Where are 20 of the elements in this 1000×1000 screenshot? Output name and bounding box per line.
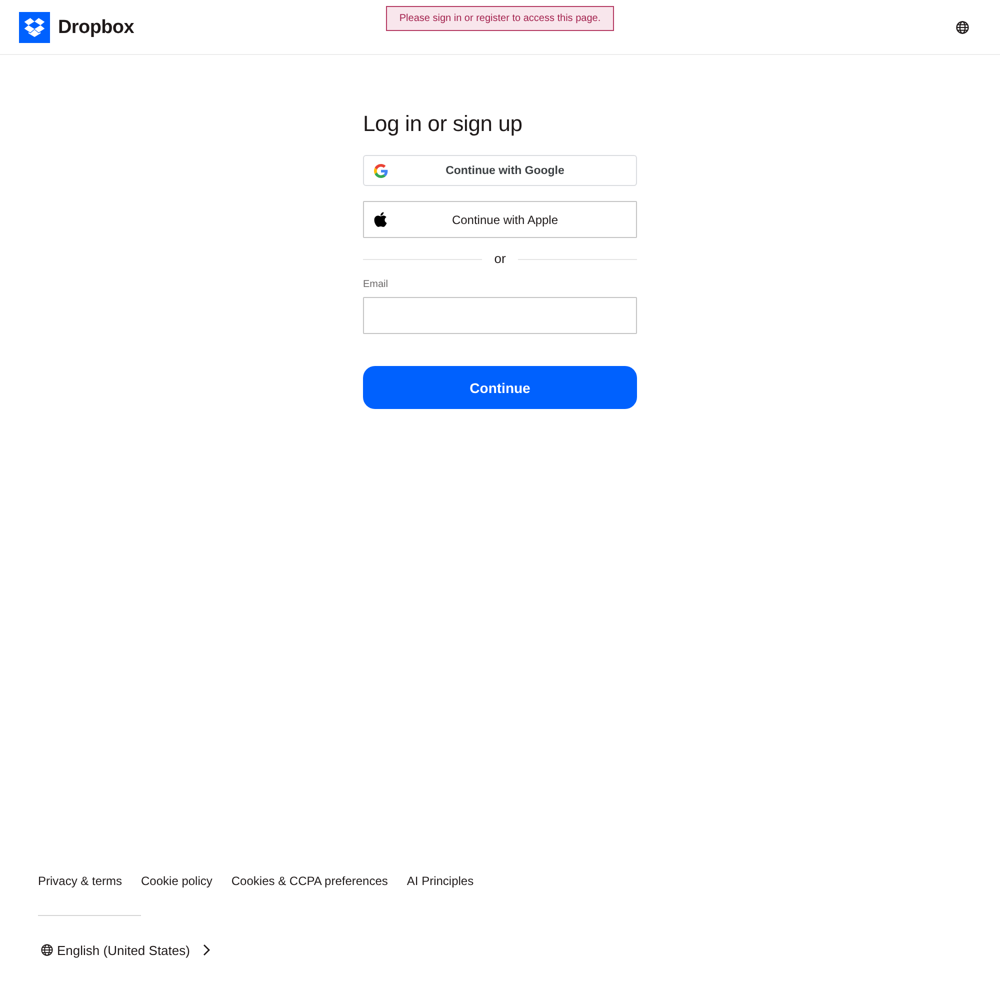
google-sign-in-button[interactable]: Continue with Google (363, 155, 637, 186)
continue-button[interactable]: Continue (363, 366, 637, 409)
footer-link[interactable]: Privacy & terms (38, 873, 122, 889)
chevron-right-icon (202, 944, 210, 956)
brand-name[interactable]: Dropbox (58, 16, 134, 38)
logo-icon[interactable] (19, 12, 50, 43)
page-heading: Log in or sign up (363, 110, 524, 138)
apple-sign-in-button[interactable]: Continue with Apple (363, 201, 637, 238)
globe-icon[interactable] (956, 21, 969, 34)
email-field[interactable] (363, 297, 637, 334)
alert-banner: Please sign in or register to access this page. (386, 6, 614, 31)
language-selector[interactable]: English (United States) (38, 940, 210, 960)
footer-link[interactable]: Cookies & CCPA preferences (231, 873, 388, 889)
divider-label: or (494, 251, 506, 267)
apple-icon (374, 210, 387, 228)
email-label: Email (363, 278, 390, 291)
globe-icon (41, 944, 53, 956)
footer-link[interactable]: AI Principles (406, 873, 474, 889)
google-g-icon (374, 164, 388, 178)
footer-link[interactable]: Cookie policy (141, 873, 212, 889)
